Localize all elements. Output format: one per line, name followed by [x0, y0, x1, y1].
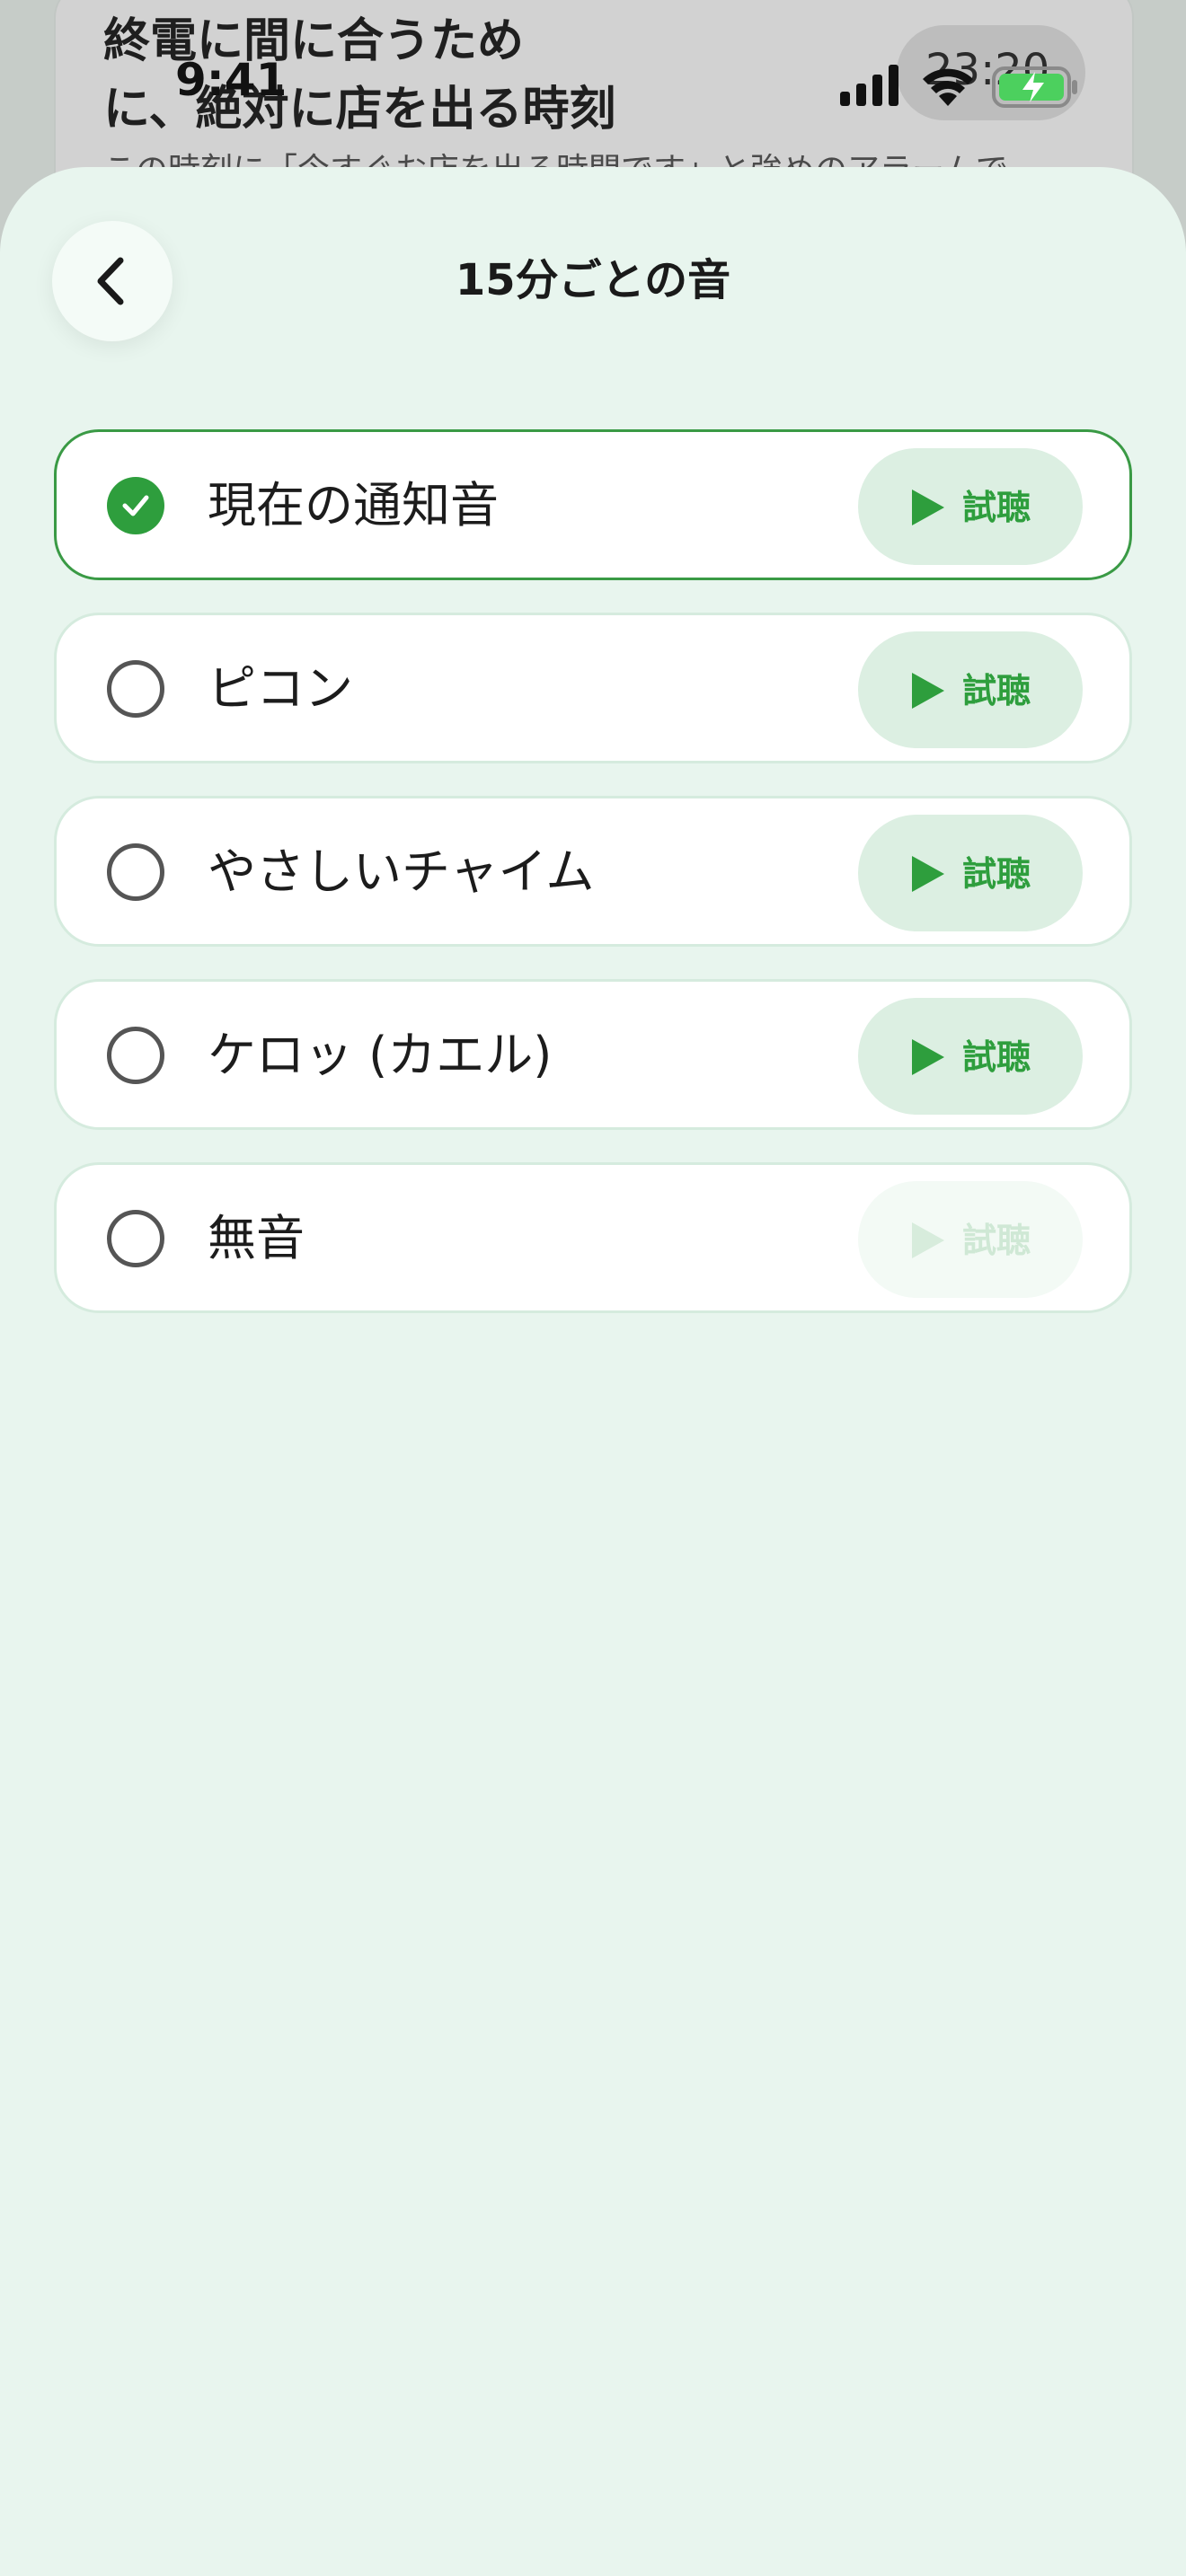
preview-label: 試聴 [962, 671, 1031, 710]
play-icon [912, 856, 944, 892]
sound-picker-sheet: 15分ごとの音 現在の通知音 試聴 ピコン 試聴 やさしいチャイム 試聴 ケロッ… [0, 167, 1186, 2576]
sound-option-picon[interactable]: ピコン 試聴 [54, 613, 1132, 763]
sound-option-silent[interactable]: 無音 試聴 [54, 1162, 1132, 1313]
radio-unchecked-icon[interactable] [107, 660, 164, 718]
preview-button[interactable]: 試聴 [858, 815, 1083, 931]
sound-option-label: やさしいチャイム [208, 843, 595, 900]
sound-option-current[interactable]: 現在の通知音 試聴 [54, 429, 1132, 580]
wifi-icon [923, 68, 973, 106]
cellular-signal-icon [840, 65, 898, 106]
sheet-title: 15分ごとの音 [455, 255, 731, 305]
preview-label: 試聴 [962, 1037, 1031, 1077]
chevron-left-icon [97, 257, 124, 305]
sound-option-label: ピコン [208, 660, 353, 717]
play-icon [912, 490, 944, 525]
sound-option-gentle-chime[interactable]: やさしいチャイム 試聴 [54, 796, 1132, 947]
preview-label: 試聴 [962, 488, 1031, 527]
preview-button-disabled: 試聴 [858, 1181, 1083, 1298]
radio-unchecked-icon[interactable] [107, 1210, 164, 1267]
preview-button[interactable]: 試聴 [858, 631, 1083, 748]
preview-label: 試聴 [962, 854, 1031, 894]
preview-button[interactable]: 試聴 [858, 998, 1083, 1115]
radio-checked-icon[interactable] [107, 477, 164, 534]
sound-option-frog[interactable]: ケロッ (カエル) 試聴 [54, 979, 1132, 1130]
sound-options-list: 現在の通知音 試聴 ピコン 試聴 やさしいチャイム 試聴 ケロッ (カエル) 試… [54, 429, 1132, 1345]
play-icon [912, 1222, 944, 1258]
preview-button[interactable]: 試聴 [858, 448, 1083, 565]
radio-unchecked-icon[interactable] [107, 843, 164, 901]
battery-charging-icon [992, 66, 1077, 108]
checkmark-icon [122, 495, 149, 516]
preview-label: 試聴 [962, 1221, 1031, 1260]
sound-option-label: 現在の通知音 [208, 477, 499, 534]
back-button[interactable] [52, 221, 173, 341]
sound-option-label: ケロッ (カエル) [208, 1027, 553, 1083]
play-icon [912, 673, 944, 709]
radio-unchecked-icon[interactable] [107, 1027, 164, 1084]
status-bar-time: 9:41 [175, 54, 288, 106]
play-icon [912, 1039, 944, 1075]
sound-option-label: 無音 [208, 1210, 305, 1266]
